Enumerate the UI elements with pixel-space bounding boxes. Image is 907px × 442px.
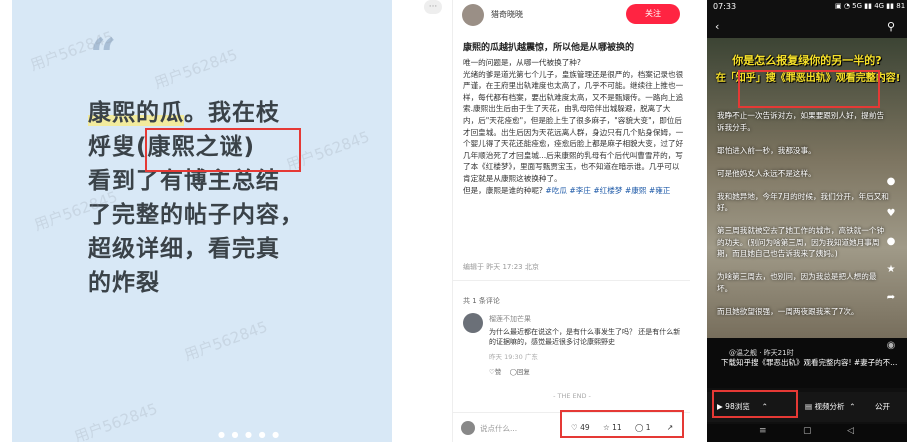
slide-line-5: 超级详细，看完真 bbox=[88, 236, 280, 262]
the-end-label: - THE END - bbox=[553, 392, 591, 400]
home-icon[interactable]: ▢ bbox=[803, 426, 812, 436]
watermark: 用户562845 bbox=[71, 399, 160, 442]
user-avatar bbox=[461, 421, 475, 435]
analysis-button[interactable]: ▤ 视频分析 ⌃ bbox=[805, 398, 856, 416]
comment-count: 共 1 条评论 bbox=[463, 297, 500, 305]
chart-icon: ▤ bbox=[805, 402, 813, 411]
screen: “ 康熙的瓜。我在枝 烀叟(康熙之谜) 看到了有博主总结 了完整的帖子内容， 超… bbox=[0, 0, 907, 442]
highlight-box bbox=[145, 128, 301, 172]
highlighted-phrase: 康熙的瓜 bbox=[88, 100, 184, 126]
slide-text: 康熙的瓜。我在枝 烀叟(康熙之谜) 看到了有博主总结 了完整的帖子内容， 超级详… bbox=[88, 96, 378, 300]
analysis-label: 视频分析 bbox=[814, 402, 845, 411]
back-nav-icon[interactable]: ◁ bbox=[847, 426, 854, 436]
note-tags[interactable]: #吃瓜 #李庄 #红楼梦 #康熙 #雍正 bbox=[545, 186, 670, 195]
image-slide-panel[interactable]: “ 康熙的瓜。我在枝 烀叟(康熙之谜) 看到了有博主总结 了完整的帖子内容， 超… bbox=[12, 0, 392, 442]
caption-text: 下载知乎搜《罪恶出轨》观看完整内容! #妻子的不... bbox=[721, 358, 898, 367]
edit-time: 编辑于 昨天 17:23 北京 bbox=[463, 263, 539, 271]
watermark: 用户562845 bbox=[151, 45, 240, 93]
video-panel: 07:33 ▣ ◔ 5G ▮▮ 4G ▮▮ 81 ‹ ⚲ 你是怎么报复绿你的另一… bbox=[707, 0, 907, 442]
caption-user[interactable]: @温之舰 · 昨天21时 bbox=[729, 348, 794, 358]
commenter-avatar[interactable] bbox=[463, 313, 483, 333]
commenter-name[interactable]: 榴莲不加芒果 bbox=[489, 314, 531, 324]
slide-line-6: 的炸裂 bbox=[88, 270, 160, 296]
video-headline-1: 你是怎么报复绿你的另一半的? bbox=[732, 54, 882, 67]
note-body: 唯一的问题是，从哪一代被换了种? 光绪的爹是道光第七个儿子，皇族管理还是很严的，… bbox=[463, 57, 685, 196]
comment-meta: 昨天 19:30 广东 bbox=[489, 353, 538, 361]
note-title: 康熙的瓜越扒越震惊，所以他是从哪被换的 bbox=[463, 43, 635, 53]
status-time: 07:33 bbox=[713, 2, 737, 11]
comment-actions: ♡赞 ◯回复 bbox=[489, 366, 530, 376]
note-body-text: 唯一的问题是，从哪一代被换了种? 光绪的爹是道光第七个儿子，皇族管理还是很严的，… bbox=[463, 58, 684, 195]
slide-line-4: 了完整的帖子内容， bbox=[88, 202, 304, 228]
video-story-text: 我睁不止一次告诉对方，如果要跟别人好，提前告诉我分手。 耶怕进入前一秒，我都没事… bbox=[717, 111, 889, 316]
comment-text: 为什么最近都在说这个，是有什么事发生了吗？ 还是有什么新的证据嘛的，感觉最近很多… bbox=[489, 328, 681, 346]
author-avatar[interactable] bbox=[462, 4, 484, 26]
like-icon[interactable]: ♥ bbox=[879, 208, 903, 219]
search-icon[interactable]: ⚲ bbox=[887, 20, 895, 33]
menu-icon[interactable]: ≡ bbox=[759, 426, 767, 436]
more-options-button[interactable]: ··· bbox=[424, 0, 442, 14]
author-name[interactable]: 猎奇晓晓 bbox=[491, 9, 523, 20]
comment-reply-button[interactable]: ◯回复 bbox=[510, 368, 530, 376]
system-nav-bar: ≡ ▢ ◁ bbox=[707, 424, 907, 442]
share-icon[interactable]: ➦ bbox=[879, 292, 903, 303]
comment-like-button[interactable]: ♡赞 bbox=[489, 368, 501, 376]
comment-input[interactable]: 说点什么... bbox=[480, 423, 517, 434]
highlight-box bbox=[712, 390, 798, 418]
highlight-box bbox=[738, 70, 880, 108]
slide-line-1: 。我在枝 bbox=[184, 100, 280, 126]
divider bbox=[453, 280, 690, 281]
collect-icon[interactable]: ★ bbox=[879, 264, 903, 275]
visibility-button[interactable]: 公开 bbox=[875, 398, 890, 416]
creator-avatar[interactable]: ● bbox=[879, 176, 903, 187]
watermark: 用户562845 bbox=[181, 317, 270, 365]
note-detail-panel: 猎奇晓晓 关注 康熙的瓜越扒越震惊，所以他是从哪被换的 唯一的问题是，从哪一代被… bbox=[452, 0, 690, 442]
carousel-dots[interactable]: ● ● ● ● ● bbox=[218, 430, 281, 439]
back-icon[interactable]: ‹ bbox=[715, 20, 719, 33]
follow-button[interactable]: 关注 bbox=[626, 4, 680, 24]
highlight-box bbox=[560, 410, 684, 438]
chevron-up-icon: ⌃ bbox=[846, 402, 856, 411]
top-bar: ‹ ⚲ bbox=[707, 16, 907, 38]
status-icons: ▣ ◔ 5G ▮▮ 4G ▮▮ 81 bbox=[835, 2, 906, 10]
comment-icon[interactable]: ● bbox=[879, 236, 903, 247]
